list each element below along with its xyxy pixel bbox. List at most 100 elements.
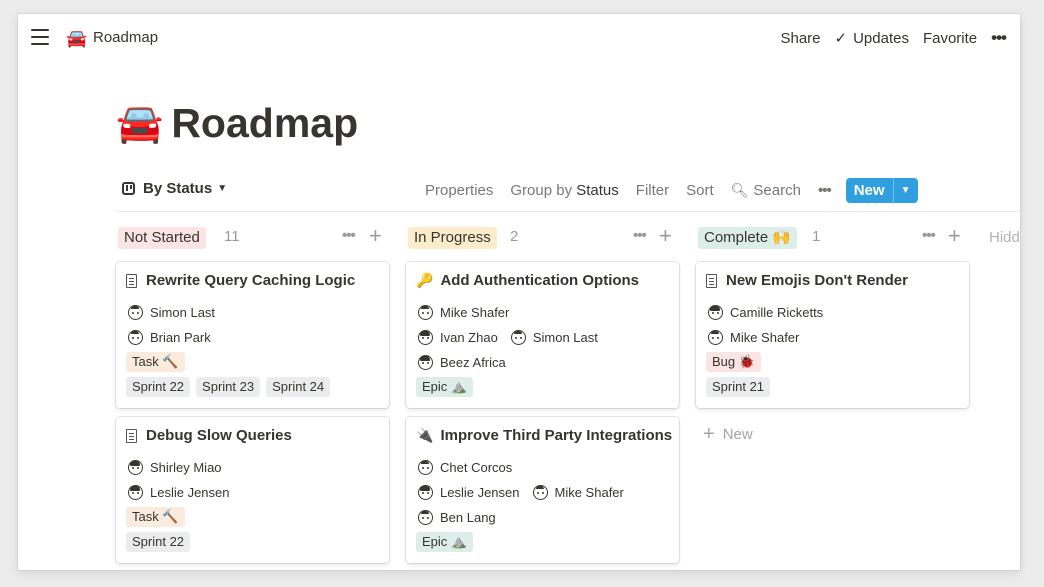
type-tag: Epic ⛰️ [416, 377, 474, 397]
avatar [418, 305, 433, 320]
card-title-text: Improve Third Party Integrations [440, 427, 673, 444]
card-title: New Emojis Don't Render [706, 272, 908, 289]
assignee-row: Mike Shafer [418, 305, 509, 320]
assignee-row: Chet Corcos [418, 460, 512, 475]
new-button[interactable]: New [846, 178, 893, 203]
column-count: 1 [812, 228, 821, 245]
hamburger-menu-icon[interactable] [31, 29, 49, 45]
column-header-in-progress: In Progress 2 ••• + [408, 223, 678, 249]
view-more-icon[interactable]: ••• [818, 182, 832, 199]
avatar [128, 330, 143, 345]
sprint-row: Sprint 21 [706, 377, 776, 397]
document-icon [706, 273, 717, 288]
board-view-icon [122, 182, 135, 195]
assignee-row: Beez Africa [418, 355, 506, 370]
avatar [128, 305, 143, 320]
avatar [418, 510, 433, 525]
top-bar: 🚘 Roadmap Share ✓ Updates Favorite ••• [18, 14, 1020, 62]
type-tag: Task 🔨 [126, 352, 185, 372]
type-row: Epic ⛰️ [416, 532, 479, 552]
more-options-icon[interactable]: ••• [991, 28, 1007, 48]
avatar [418, 485, 433, 500]
column-more-icon[interactable]: ••• [922, 227, 936, 244]
sprint-tag: Sprint 24 [266, 377, 331, 397]
updates-button[interactable]: ✓ Updates [835, 29, 909, 47]
add-new-card-button[interactable]: + New [703, 423, 753, 446]
share-button[interactable]: Share [780, 30, 820, 47]
breadcrumb-title[interactable]: Roadmap [93, 29, 158, 46]
card-rewrite-query-caching-logic[interactable]: Rewrite Query Caching Logic Simon Last B… [116, 262, 389, 408]
new-dropdown-chevron-icon[interactable]: ▼ [892, 177, 918, 203]
favorite-button[interactable]: Favorite [923, 30, 977, 47]
plus-icon: + [703, 423, 715, 445]
topbar-actions: Share ✓ Updates Favorite ••• [780, 28, 1007, 48]
properties-button[interactable]: Properties [425, 182, 493, 199]
sprint-row: Sprint 22 [126, 532, 196, 552]
card-title: Debug Slow Queries [126, 427, 292, 444]
add-card-plus-icon[interactable]: + [659, 223, 672, 249]
type-tag: Bug 🐞 [706, 352, 761, 372]
updates-label: Updates [853, 30, 909, 47]
sprint-tag: Sprint 23 [196, 377, 261, 397]
status-tag[interactable]: In Progress [408, 227, 497, 249]
group-by-prefix: Group by [510, 181, 573, 199]
column-more-icon[interactable]: ••• [633, 227, 647, 244]
card-title-text: Debug Slow Queries [146, 427, 292, 444]
page-title: 🚘 Roadmap [116, 100, 358, 147]
search-icon: 🔍︎ [730, 181, 749, 198]
sort-button[interactable]: Sort [686, 182, 714, 199]
assignee-name: Brian Park [150, 330, 211, 345]
card-title: 🔌 Improve Third Party Integrations [416, 427, 672, 444]
toolbar-divider [116, 211, 1020, 212]
group-by-button[interactable]: Group by Status [510, 182, 618, 199]
document-icon [126, 428, 137, 443]
view-selector[interactable]: By Status ▼ [122, 180, 227, 197]
hidden-groups-label[interactable]: Hidde [989, 229, 1020, 246]
assignee-name: Chet Corcos [440, 460, 513, 475]
search-button[interactable]: 🔍︎ Search [731, 182, 801, 199]
assignee-row: Simon Last [128, 305, 215, 320]
car-emoji-icon: 🚘 [66, 29, 88, 48]
new-button-group: New ▼ [845, 177, 918, 203]
assignee-row: Camille Ricketts [708, 305, 823, 320]
status-tag[interactable]: Complete 🙌 [698, 227, 798, 249]
assignee-name: Mike Shafer [554, 485, 624, 500]
key-icon: 🔑 [416, 272, 434, 288]
sprint-tag: Sprint 22 [126, 532, 191, 552]
assignee-name: Simon Last [532, 330, 598, 345]
card-add-authentication-options[interactable]: 🔑 Add Authentication Options Mike Shafer… [406, 262, 679, 408]
status-tag[interactable]: Not Started [118, 227, 206, 249]
assignee-name: Leslie Jensen [150, 485, 230, 500]
column-more-icon[interactable]: ••• [342, 227, 356, 244]
add-card-plus-icon[interactable]: + [369, 223, 382, 249]
document-icon [126, 273, 137, 288]
type-tag: Task 🔨 [126, 507, 185, 527]
card-new-emojis-dont-render[interactable]: New Emojis Don't Render Camille Ricketts… [696, 262, 969, 408]
avatar [418, 355, 433, 370]
assignee-row: Brian Park [128, 330, 211, 345]
page-title-text[interactable]: Roadmap [171, 100, 358, 147]
sprint-row: Sprint 22 Sprint 23 Sprint 24 [126, 377, 336, 397]
sprint-tag: Sprint 21 [706, 377, 771, 397]
type-row: Task 🔨 [126, 507, 191, 527]
app-window: 🚘 Roadmap Share ✓ Updates Favorite ••• 🚘 … [18, 14, 1020, 570]
card-improve-third-party-integrations[interactable]: 🔌 Improve Third Party Integrations Chet … [406, 417, 679, 563]
column-header-complete: Complete 🙌 1 ••• + [698, 223, 968, 249]
avatar [128, 485, 143, 500]
filter-button[interactable]: Filter [636, 182, 669, 199]
add-card-plus-icon[interactable]: + [948, 223, 961, 249]
type-row: Epic ⛰️ [416, 377, 479, 397]
card-title: 🔑 Add Authentication Options [416, 272, 639, 289]
assignee-name: Leslie Jensen [440, 485, 520, 500]
assignee-name: Mike Shafer [440, 305, 510, 320]
assignee-row: Leslie Jensen Mike Shafer [418, 485, 624, 500]
page-emoji-icon[interactable]: 🚘 [116, 102, 163, 146]
checkmark-icon: ✓ [834, 30, 848, 47]
card-debug-slow-queries[interactable]: Debug Slow Queries Shirley Miao Leslie J… [116, 417, 389, 563]
avatar [128, 460, 143, 475]
card-title-text: New Emojis Don't Render [726, 272, 908, 289]
assignee-name: Shirley Miao [150, 460, 222, 475]
assignee-row: Ivan Zhao Simon Last [418, 330, 598, 345]
assignee-row: Ben Lang [418, 510, 496, 525]
type-row: Bug 🐞 [706, 352, 767, 372]
